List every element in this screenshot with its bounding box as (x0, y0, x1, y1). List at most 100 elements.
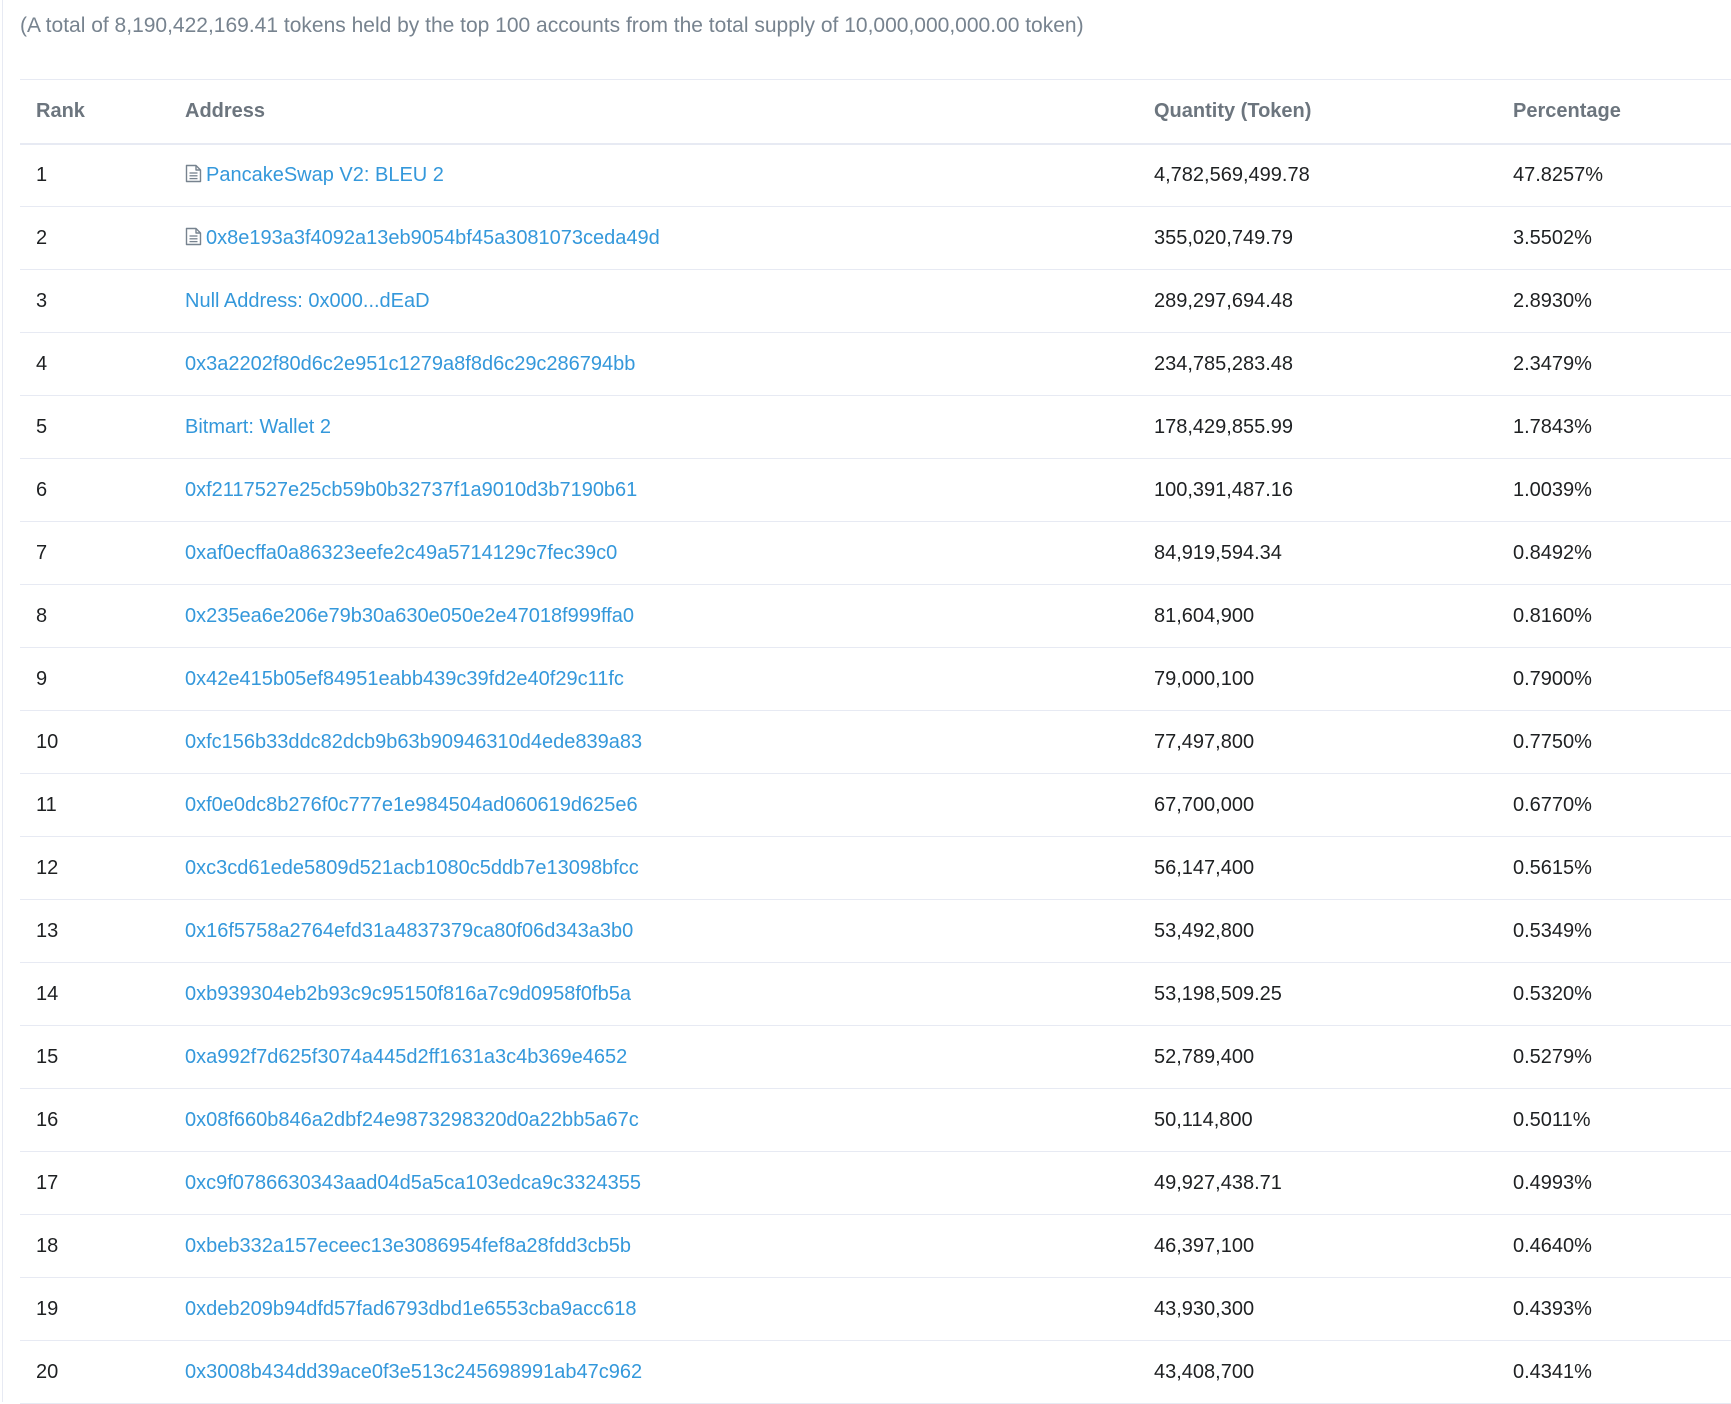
address-cell: 0x3a2202f80d6c2e951c1279a8f8d6c29c286794… (169, 333, 1138, 396)
percentage-cell: 0.4393% (1513, 1297, 1592, 1320)
quantity-cell: 355,020,749.79 (1154, 226, 1294, 249)
rank-cell: 3 (36, 289, 48, 312)
address-link[interactable]: 0x16f5758a2764efd31a4837379ca80f06d343a3… (185, 920, 633, 942)
table-row: 17 0xc9f0786630343aad04d5a5ca103edca9c332… (20, 1152, 1731, 1215)
table-row: 8 0x235ea6e206e79b30a630e050e2e47018f999f… (20, 585, 1731, 648)
table-row: 7 0xaf0ecffa0a86323eefe2c49a5714129c7fec3… (20, 522, 1731, 585)
holders-table: Rank Address Quantity (Token) Percentage… (20, 79, 1731, 1404)
rank-cell: 7 (36, 541, 48, 564)
quantity-cell: 46,397,100 (1154, 1234, 1255, 1257)
address-link[interactable]: 0xdeb209b94dfd57fad6793dbd1e6553cba9acc6… (185, 1298, 637, 1320)
table-body: 1 PancakeSwap V2: BLEU 2 4,782,569,499.78 4… (20, 144, 1731, 1404)
address-link[interactable]: 0x3a2202f80d6c2e951c1279a8f8d6c29c286794… (185, 353, 635, 375)
address-cell: 0xc3cd61ede5809d521acb1080c5ddb7e13098bf… (169, 837, 1138, 900)
address-link[interactable]: 0x08f660b846a2dbf24e9873298320d0a22bb5a6… (185, 1109, 639, 1131)
address-cell: PancakeSwap V2: BLEU 2 (169, 144, 1138, 207)
table-row: 11 0xf0e0dc8b276f0c777e1e984504ad060619d6… (20, 774, 1731, 837)
table-row: 16 0x08f660b846a2dbf24e9873298320d0a22bb5… (20, 1089, 1731, 1152)
address-link[interactable]: PancakeSwap V2: BLEU 2 (206, 164, 444, 186)
table-row: 9 0x42e415b05ef84951eabb439c39fd2e40f29c1… (20, 648, 1731, 711)
address-cell: 0x42e415b05ef84951eabb439c39fd2e40f29c11… (169, 648, 1138, 711)
address-link[interactable]: 0xc3cd61ede5809d521acb1080c5ddb7e13098bf… (185, 857, 639, 879)
rank-cell: 16 (36, 1108, 59, 1131)
table-row: 19 0xdeb209b94dfd57fad6793dbd1e6553cba9ac… (20, 1278, 1731, 1341)
table-header-row: Rank Address Quantity (Token) Percentage (20, 79, 1731, 144)
address-link[interactable]: 0xbeb332a157eceec13e3086954fef8a28fdd3cb… (185, 1235, 631, 1257)
percentage-cell: 1.0039% (1513, 478, 1592, 501)
quantity-cell: 53,198,509.25 (1154, 982, 1282, 1005)
percentage-column-header: Percentage (1513, 99, 1621, 122)
quantity-cell: 4,782,569,499.78 (1154, 163, 1310, 186)
quantity-column-header: Quantity (Token) (1154, 99, 1312, 122)
quantity-cell: 100,391,487.16 (1154, 478, 1294, 501)
address-link[interactable]: 0xf2117527e25cb59b0b32737f1a9010d3b7190b… (185, 479, 637, 501)
address-cell: 0xf2117527e25cb59b0b32737f1a9010d3b7190b… (169, 459, 1138, 522)
percentage-cell: 0.8160% (1513, 604, 1592, 627)
table-row: 14 0xb939304eb2b93c9c95150f816a7c9d0958f0… (20, 963, 1731, 1026)
address-link[interactable]: 0x8e193a3f4092a13eb9054bf45a3081073ceda4… (206, 227, 660, 249)
table-row: 4 0x3a2202f80d6c2e951c1279a8f8d6c29c28679… (20, 333, 1731, 396)
address-link[interactable]: 0xa992f7d625f3074a445d2ff1631a3c4b369e46… (185, 1046, 627, 1068)
percentage-cell: 0.5279% (1513, 1045, 1592, 1068)
rank-cell: 12 (36, 856, 59, 879)
rank-cell: 10 (36, 730, 59, 753)
percentage-cell: 3.5502% (1513, 226, 1592, 249)
address-link[interactable]: Null Address: 0x000...dEaD (185, 290, 430, 312)
quantity-cell: 289,297,694.48 (1154, 289, 1294, 312)
address-link[interactable]: 0xf0e0dc8b276f0c777e1e984504ad060619d625… (185, 794, 638, 816)
quantity-cell: 43,930,300 (1154, 1297, 1255, 1320)
address-cell: 0xdeb209b94dfd57fad6793dbd1e6553cba9acc6… (169, 1278, 1138, 1341)
percentage-cell: 2.8930% (1513, 289, 1592, 312)
address-link[interactable]: 0xb939304eb2b93c9c95150f816a7c9d0958f0fb… (185, 983, 631, 1005)
percentage-cell: 0.8492% (1513, 541, 1592, 564)
quantity-cell: 81,604,900 (1154, 604, 1255, 627)
address-cell: 0xb939304eb2b93c9c95150f816a7c9d0958f0fb… (169, 963, 1138, 1026)
table-row: 2 0x8e193a3f4092a13eb9054bf45a3081073ceda… (20, 207, 1731, 270)
rank-cell: 8 (36, 604, 48, 627)
rank-column-header: Rank (36, 99, 85, 122)
holders-summary: (A total of 8,190,422,169.41 tokens held… (20, 14, 1084, 37)
rank-cell: 13 (36, 919, 59, 942)
rank-cell: 4 (36, 352, 48, 375)
address-link[interactable]: 0xaf0ecffa0a86323eefe2c49a5714129c7fec39… (185, 542, 617, 564)
quantity-cell: 67,700,000 (1154, 793, 1255, 816)
address-cell: Bitmart: Wallet 2 (169, 396, 1138, 459)
percentage-cell: 1.7843% (1513, 415, 1592, 438)
quantity-cell: 56,147,400 (1154, 856, 1255, 879)
table-row: 10 0xfc156b33ddc82dcb9b63b90946310d4ede83… (20, 711, 1731, 774)
address-cell: 0xbeb332a157eceec13e3086954fef8a28fdd3cb… (169, 1215, 1138, 1278)
address-cell: 0xfc156b33ddc82dcb9b63b90946310d4ede839a… (169, 711, 1138, 774)
rank-cell: 14 (36, 982, 59, 1005)
percentage-cell: 0.7750% (1513, 730, 1592, 753)
address-link[interactable]: 0xc9f0786630343aad04d5a5ca103edca9c33243… (185, 1172, 641, 1194)
address-link[interactable]: 0xfc156b33ddc82dcb9b63b90946310d4ede839a… (185, 731, 642, 753)
address-link[interactable]: Bitmart: Wallet 2 (185, 416, 331, 438)
quantity-cell: 234,785,283.48 (1154, 352, 1294, 375)
rank-cell: 19 (36, 1297, 59, 1320)
quantity-cell: 49,927,438.71 (1154, 1171, 1282, 1194)
percentage-cell: 0.5615% (1513, 856, 1592, 879)
rank-cell: 18 (36, 1234, 59, 1257)
quantity-cell: 77,497,800 (1154, 730, 1255, 753)
rank-cell: 5 (36, 415, 48, 438)
holders-table-container: Rank Address Quantity (Token) Percentage… (20, 79, 1731, 1404)
quantity-cell: 178,429,855.99 (1154, 415, 1294, 438)
percentage-cell: 0.6770% (1513, 793, 1592, 816)
address-link[interactable]: 0x3008b434dd39ace0f3e513c245698991ab47c9… (185, 1361, 642, 1383)
percentage-cell: 0.4640% (1513, 1234, 1592, 1257)
percentage-cell: 0.4341% (1513, 1360, 1592, 1383)
address-link[interactable]: 0x42e415b05ef84951eabb439c39fd2e40f29c11… (185, 668, 624, 690)
percentage-cell: 0.5011% (1513, 1108, 1591, 1131)
rank-cell: 20 (36, 1360, 59, 1383)
percentage-cell: 0.7900% (1513, 667, 1592, 690)
table-header: Rank Address Quantity (Token) Percentage (20, 79, 1731, 144)
quantity-cell: 84,919,594.34 (1154, 541, 1282, 564)
address-link[interactable]: 0x235ea6e206e79b30a630e050e2e47018f999ff… (185, 605, 634, 627)
table-row: 13 0x16f5758a2764efd31a4837379ca80f06d343… (20, 900, 1731, 963)
address-cell: 0xf0e0dc8b276f0c777e1e984504ad060619d625… (169, 774, 1138, 837)
percentage-cell: 0.4993% (1513, 1171, 1592, 1194)
address-cell: 0x08f660b846a2dbf24e9873298320d0a22bb5a6… (169, 1089, 1138, 1152)
table-row: 15 0xa992f7d625f3074a445d2ff1631a3c4b369e… (20, 1026, 1731, 1089)
table-row: 6 0xf2117527e25cb59b0b32737f1a9010d3b7190… (20, 459, 1731, 522)
table-row: 18 0xbeb332a157eceec13e3086954fef8a28fdd3… (20, 1215, 1731, 1278)
